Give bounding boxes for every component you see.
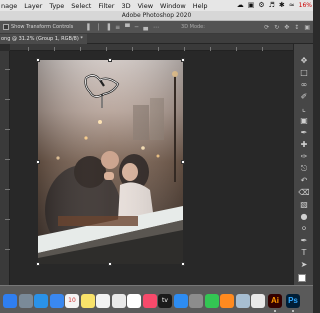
audio-icon[interactable]: ♬ [269,0,275,11]
slide-3d-icon[interactable]: ↕ [294,24,299,31]
align-right-icon[interactable]: ▐ [105,24,110,31]
foreground-color-swatch[interactable] [298,274,306,282]
path-select-icon[interactable]: ➤ [297,258,311,272]
roll-3d-icon[interactable]: ↻ [274,24,279,31]
battery-percentage[interactable]: 16% [299,2,312,9]
menu-3d[interactable]: 3D [118,2,134,10]
drag-3d-icon[interactable]: ✥ [284,24,289,31]
chrome-alt-icon[interactable] [251,294,265,308]
menu-help[interactable]: Help [189,2,211,10]
app-store-icon[interactable] [173,294,188,308]
reminders-icon[interactable] [96,294,110,308]
bluetooth-icon[interactable]: ✱ [279,0,285,11]
transform-handle-right[interactable] [181,160,185,164]
menu-layer[interactable]: Layer [21,2,46,10]
scale-3d-icon[interactable]: ▣ [304,24,310,31]
photos-icon[interactable] [127,294,141,308]
launchpad-icon[interactable] [18,294,33,308]
transform-handle-bottom-right[interactable] [181,262,185,266]
screen-icon[interactable]: ▣ [248,0,255,11]
gear-icon[interactable]: ⚙ [258,0,264,11]
menu-filter[interactable]: Filter [95,2,118,10]
firefox-icon[interactable] [220,294,234,308]
system-preferences-icon[interactable] [189,294,203,308]
menu-bar: nage Layer Type Select Filter 3D View Wi… [0,0,313,11]
align-left-icon[interactable]: ▌ [87,24,92,31]
3d-mode-label: 3D Mode: [181,24,205,30]
preview-icon[interactable] [235,294,250,308]
align-icons: ▌ │ ▐ ≡ ▀ ─ ▄ ⋯ [87,24,159,31]
align-center-icon[interactable]: │ [97,24,101,31]
transform-handle-bottom[interactable] [108,262,112,266]
horizontal-ruler[interactable] [10,44,293,51]
status-tray: ☁ ▣ ⚙ ♬ ✱ ≈ 16% [237,0,312,11]
music-icon[interactable] [142,294,157,308]
apple-tv-icon[interactable]: tv [158,294,172,308]
tools-panel: ✥ □ ∞ ✐ ⌞ ▣ ✒ ✚ ✑ ⎋ ↶ ⌫ ▧ ● ⚪ ✒ T ➤ [293,44,313,285]
vertical-ruler[interactable] [0,51,10,285]
menu-image[interactable]: nage [0,2,21,10]
menu-select[interactable]: Select [68,2,95,10]
document-tabs: ong @ 31.2% (Group 1, RGB/8) * [0,34,313,44]
safari-icon[interactable] [34,294,48,308]
align-top-icon[interactable]: ▀ [125,24,130,31]
chrome-icon[interactable] [111,294,126,308]
menu-type[interactable]: Type [46,2,68,10]
more-icon[interactable]: ⋯ [153,24,159,31]
document-canvas[interactable] [38,60,183,264]
transform-handle-top[interactable] [108,58,112,62]
distribute-icon[interactable]: ≡ [115,24,120,31]
calendar-icon[interactable]: 10 [65,294,79,308]
wifi-icon[interactable]: ≈ [289,0,295,11]
mail-icon[interactable] [49,294,64,308]
show-transform-controls-label: Show Transform Controls [11,24,74,30]
window-title: Adobe Photoshop 2020 [0,11,313,21]
transform-handle-bottom-left[interactable] [36,262,40,266]
whatsapp-icon[interactable] [204,294,219,308]
notes-icon[interactable] [80,294,95,308]
canvas-photo [38,60,183,264]
adobe-cloud-icon[interactable]: ☁ [237,0,244,11]
transform-handle-top-left[interactable] [36,58,40,62]
running-indicator [292,310,294,312]
document-tab[interactable]: ong @ 31.2% (Group 1, RGB/8) * [0,34,87,44]
menu-view[interactable]: View [134,2,156,10]
illustrator-icon[interactable]: Ai [268,294,282,308]
options-bar: Show Transform Controls ▌ │ ▐ ≡ ▀ ─ ▄ ⋯ … [0,21,313,34]
menu-window[interactable]: Window [157,2,190,10]
running-indicator [274,310,276,312]
show-transform-controls-checkbox[interactable] [3,24,9,30]
transform-handle-top-right[interactable] [181,58,185,62]
3d-mode-icons: ⟳ ↻ ✥ ↕ ▣ [264,24,310,31]
transform-handle-left[interactable] [36,160,40,164]
rotate-3d-icon[interactable]: ⟳ [264,24,269,31]
finder-icon[interactable] [3,294,17,308]
photoshop-icon[interactable]: Ps [286,294,300,308]
screen: nage Layer Type Select Filter 3D View Wi… [0,0,313,313]
align-bottom-icon[interactable]: ▄ [143,24,148,31]
align-middle-icon[interactable]: ─ [135,24,139,31]
